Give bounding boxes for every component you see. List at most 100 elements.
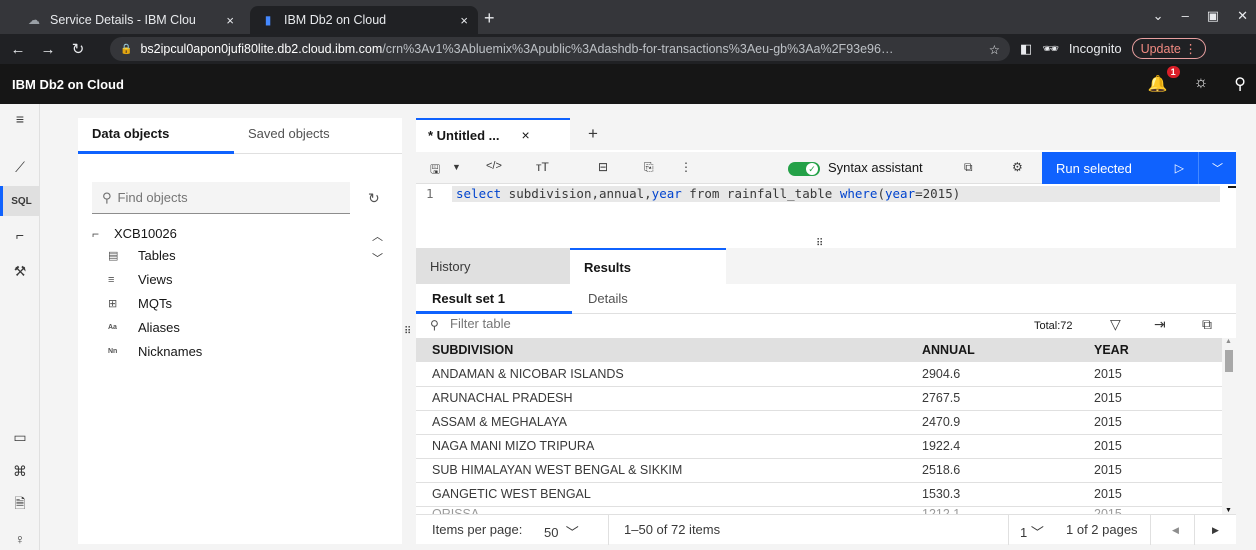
- scrollbar-thumb[interactable]: [1225, 350, 1233, 372]
- find-replace-icon[interactable]: ⎘: [644, 160, 654, 175]
- table-row[interactable]: GANGETIC WEST BENGAL 1530.3 2015: [416, 482, 1222, 507]
- panel-resize-handle[interactable]: ⠿: [404, 326, 411, 337]
- table-row[interactable]: ASSAM & MEGHALAYA 2470.9 2015: [416, 410, 1222, 435]
- items-per-page-label: Items per page:: [432, 522, 523, 537]
- browser-tab-service-details[interactable]: ☁ Service Details - IBM Clou ×: [16, 6, 244, 34]
- lightbulb-icon[interactable]: ♀: [0, 524, 40, 550]
- results-pane: History Results Result set 1 Details ⚲ T…: [416, 248, 1236, 545]
- schema-node[interactable]: ⌐ XCB10026: [92, 226, 177, 241]
- pager-divider: [608, 515, 609, 545]
- filter-icon[interactable]: ▽: [1110, 316, 1121, 333]
- open-new-window-icon[interactable]: ⧉: [964, 160, 973, 175]
- tab-history[interactable]: History: [416, 248, 570, 284]
- schema-name: XCB10026: [114, 226, 177, 241]
- reload-icon[interactable]: ↻: [66, 40, 90, 58]
- table-row[interactable]: NAGA MANI MIZO TRIPURA 1922.4 2015: [416, 434, 1222, 459]
- code-format-icon[interactable]: </>: [486, 160, 502, 172]
- incognito-label: Incognito: [1068, 41, 1122, 56]
- tab-saved-objects[interactable]: Saved objects: [248, 126, 330, 141]
- editor-tab-untitled[interactable]: * Untitled ... ×: [416, 118, 570, 150]
- connections-icon[interactable]: ⌘: [0, 456, 40, 486]
- forward-icon[interactable]: →: [36, 41, 60, 58]
- minimize-icon[interactable]: –: [1182, 8, 1189, 24]
- theme-icon[interactable]: ☼: [1194, 74, 1209, 94]
- app-brand[interactable]: IBM Db2 on Cloud: [12, 77, 124, 92]
- syntax-assistant-toggle[interactable]: [788, 162, 820, 176]
- cell: 1922.4: [906, 434, 1078, 459]
- filter-table-input[interactable]: [450, 316, 750, 331]
- column-header-subdivision[interactable]: SUBDIVISION: [416, 338, 906, 362]
- save-icon[interactable]: 🖫: [430, 160, 440, 181]
- sql-nav-item[interactable]: SQL: [0, 186, 40, 216]
- table-row[interactable]: SUB HIMALAYAN WEST BENGAL & SIKKIM 2518.6…: [416, 458, 1222, 483]
- new-tab-button[interactable]: +: [484, 8, 495, 29]
- restore-icon[interactable]: ▣: [1207, 8, 1219, 24]
- data-model-icon[interactable]: ⌐: [0, 220, 40, 250]
- refresh-icon[interactable]: ↻: [368, 190, 380, 207]
- scroll-down-icon[interactable]: ▼: [1225, 507, 1232, 514]
- close-tab-icon[interactable]: ×: [226, 13, 234, 28]
- monitor-chart-icon[interactable]: ⟋: [0, 152, 40, 182]
- document-icon[interactable]: 🗎: [0, 490, 40, 520]
- items-per-page-select[interactable]: 50 ﹀: [544, 522, 579, 541]
- wrench-icon[interactable]: ⚒: [0, 256, 40, 286]
- more-options-icon[interactable]: ⋮: [680, 160, 692, 174]
- split-view-icon[interactable]: ⊟: [598, 160, 608, 174]
- console-icon[interactable]: ▭: [0, 422, 40, 452]
- run-selected-label: Run selected: [1056, 160, 1132, 176]
- tab-result-set-1[interactable]: Result set 1: [432, 291, 505, 306]
- find-objects-input[interactable]: [117, 190, 338, 205]
- column-header-annual[interactable]: ANNUAL: [906, 338, 1078, 362]
- close-tab-icon[interactable]: ×: [460, 13, 468, 28]
- settings-icon[interactable]: ⚙: [1012, 160, 1023, 174]
- side-panel-icon[interactable]: ◧: [1020, 41, 1032, 57]
- notification-bell-icon[interactable]: 🔔 1: [1148, 66, 1180, 94]
- run-selected-button[interactable]: Run selected ▷: [1042, 152, 1198, 184]
- chevron-down-icon[interactable]: ﹀: [372, 250, 383, 266]
- update-button[interactable]: Update ⋮: [1131, 38, 1206, 59]
- tree-item-views[interactable]: ≡ Views: [108, 272, 172, 287]
- tree-item-tables[interactable]: ▤ Tables: [108, 248, 176, 263]
- chevron-up-icon[interactable]: ︿: [372, 228, 383, 244]
- back-icon[interactable]: ←: [6, 41, 30, 58]
- line-number: 1: [426, 186, 434, 201]
- tree-item-mqts[interactable]: ⊞ MQTs: [108, 296, 172, 311]
- table-row[interactable]: ANDAMAN & NICOBAR ISLANDS 2904.6 2015: [416, 362, 1222, 387]
- export-icon[interactable]: ⇥: [1154, 316, 1166, 333]
- prev-page-icon[interactable]: ◀: [1172, 525, 1179, 536]
- page-select[interactable]: 1 ﹀: [1020, 522, 1044, 541]
- text-size-icon[interactable]: ᴛT: [536, 160, 549, 174]
- next-page-icon[interactable]: ▶: [1212, 525, 1219, 536]
- table-scrollbar[interactable]: ▲ ▼: [1222, 338, 1236, 514]
- tab-details[interactable]: Details: [588, 291, 628, 306]
- sql-code[interactable]: select subdivision,annual,year from rain…: [456, 186, 960, 201]
- scroll-up-icon[interactable]: ▲: [1225, 338, 1232, 345]
- notification-badge: 1: [1166, 66, 1180, 78]
- add-editor-tab-button[interactable]: +: [588, 124, 598, 144]
- table-row[interactable]: ARUNACHAL PRADESH 2767.5 2015: [416, 386, 1222, 411]
- close-editor-tab-icon[interactable]: ×: [522, 127, 530, 143]
- window-controls: ⌄ – ▣ ✕: [1153, 8, 1248, 24]
- close-window-icon[interactable]: ✕: [1237, 8, 1248, 24]
- menu-icon[interactable]: ≡: [0, 104, 40, 134]
- syntax-assistant-label: Syntax assistant: [828, 160, 923, 175]
- tree-item-nicknames[interactable]: Nn Nicknames: [108, 344, 202, 359]
- user-icon[interactable]: ⚲: [1234, 74, 1246, 94]
- save-dropdown-icon[interactable]: ▼: [452, 162, 461, 172]
- address-bar[interactable]: 🔒 bs2ipcul0apon0jufi80lite.db2.cloud.ibm…: [110, 37, 1010, 61]
- bookmark-star-icon[interactable]: ☆: [989, 42, 1000, 57]
- tab-search-icon[interactable]: ⌄: [1153, 8, 1164, 24]
- browser-toolbar: ← → ↻ 🔒 bs2ipcul0apon0jufi80lite.db2.clo…: [0, 34, 1256, 64]
- browser-tab-db2[interactable]: ▮ IBM Db2 on Cloud ×: [250, 6, 478, 34]
- objects-tabs: Data objects Saved objects: [78, 118, 402, 154]
- column-header-year[interactable]: YEAR: [1078, 338, 1222, 362]
- cell: ANDAMAN & NICOBAR ISLANDS: [416, 362, 906, 387]
- ibm-cloud-favicon-icon: ☁: [28, 13, 40, 27]
- run-options-dropdown[interactable]: ﹀: [1198, 152, 1236, 184]
- expand-icon[interactable]: ⧉: [1202, 316, 1212, 333]
- tab-results[interactable]: Results: [570, 248, 726, 284]
- result-subtabs: Result set 1 Details: [416, 284, 1236, 314]
- code-line[interactable]: 1 select subdivision,annual,year from ra…: [416, 186, 1236, 202]
- tree-item-aliases[interactable]: Aa Aliases: [108, 320, 180, 335]
- tab-data-objects[interactable]: Data objects: [92, 126, 169, 141]
